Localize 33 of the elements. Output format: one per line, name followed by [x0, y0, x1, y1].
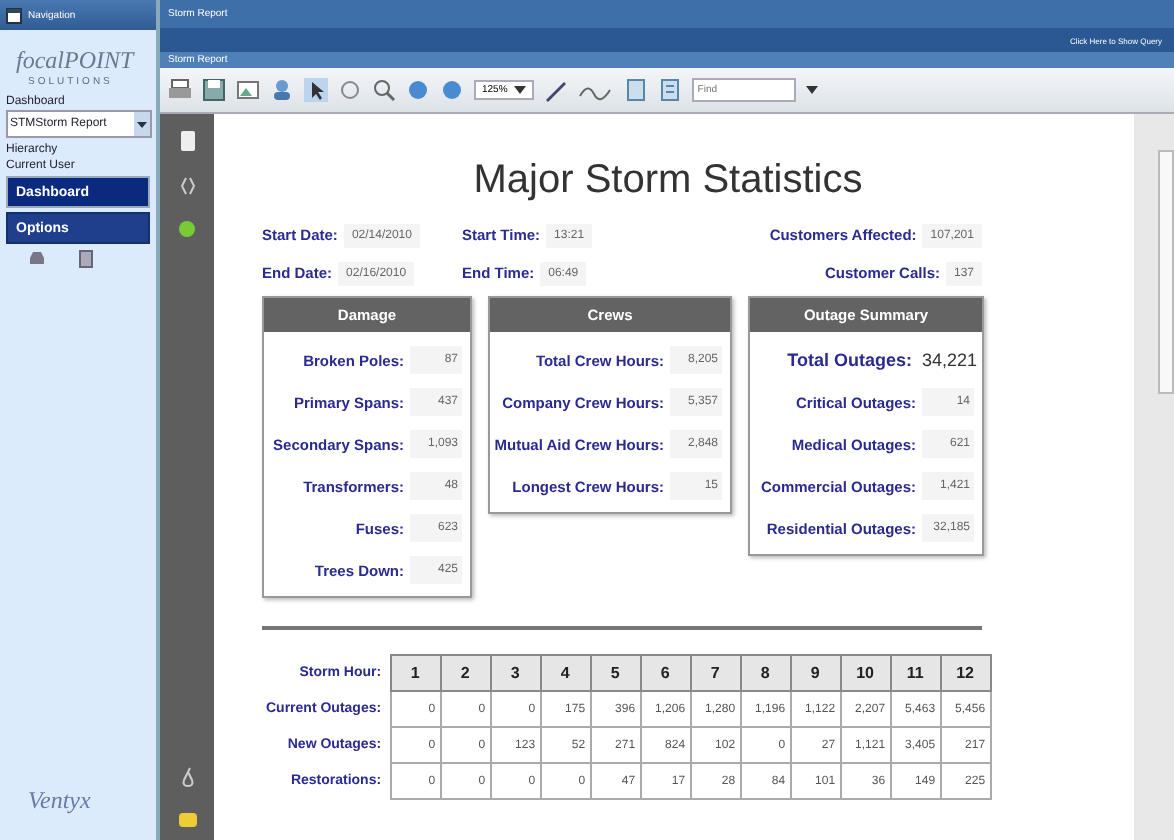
column-header: 10 — [840, 655, 891, 691]
column-header: 1 — [390, 655, 441, 691]
column-header: 2 — [440, 655, 491, 691]
pen-icon[interactable] — [543, 78, 568, 102]
caret-icon[interactable] — [805, 86, 818, 94]
print-icon[interactable] — [168, 78, 192, 102]
column-header: 5 — [590, 655, 641, 691]
report-title: Major Storm Statistics — [471, 158, 865, 204]
document-icon[interactable] — [78, 250, 94, 268]
column-header: 12 — [940, 655, 991, 691]
column-header: 3 — [490, 655, 541, 691]
column-header: 4 — [540, 655, 591, 691]
column-header: 8 — [740, 655, 791, 691]
status-icon[interactable] — [178, 220, 196, 238]
cursor-icon[interactable] — [304, 78, 328, 102]
fit-page-icon[interactable] — [657, 78, 682, 102]
caret-icon[interactable] — [513, 86, 526, 94]
window-icon[interactable] — [6, 7, 22, 23]
logo-text: focalPOINT — [16, 46, 137, 76]
image-icon[interactable] — [236, 78, 260, 102]
logo-text: Ventyx — [28, 786, 93, 816]
tag-icon[interactable] — [177, 812, 197, 828]
save-icon[interactable] — [202, 78, 226, 102]
page-icon[interactable] — [623, 78, 648, 102]
page-icon[interactable] — [179, 130, 195, 152]
bracket-icon[interactable] — [179, 176, 195, 196]
column-header: 6 — [640, 655, 691, 691]
column-header: 7 — [690, 655, 741, 691]
column-header: 9 — [790, 655, 841, 691]
column-header: 11 — [890, 655, 941, 691]
zoom-icon[interactable] — [372, 78, 396, 102]
user-icon[interactable] — [270, 78, 294, 102]
field-label: Total Outages: — [787, 350, 912, 370]
